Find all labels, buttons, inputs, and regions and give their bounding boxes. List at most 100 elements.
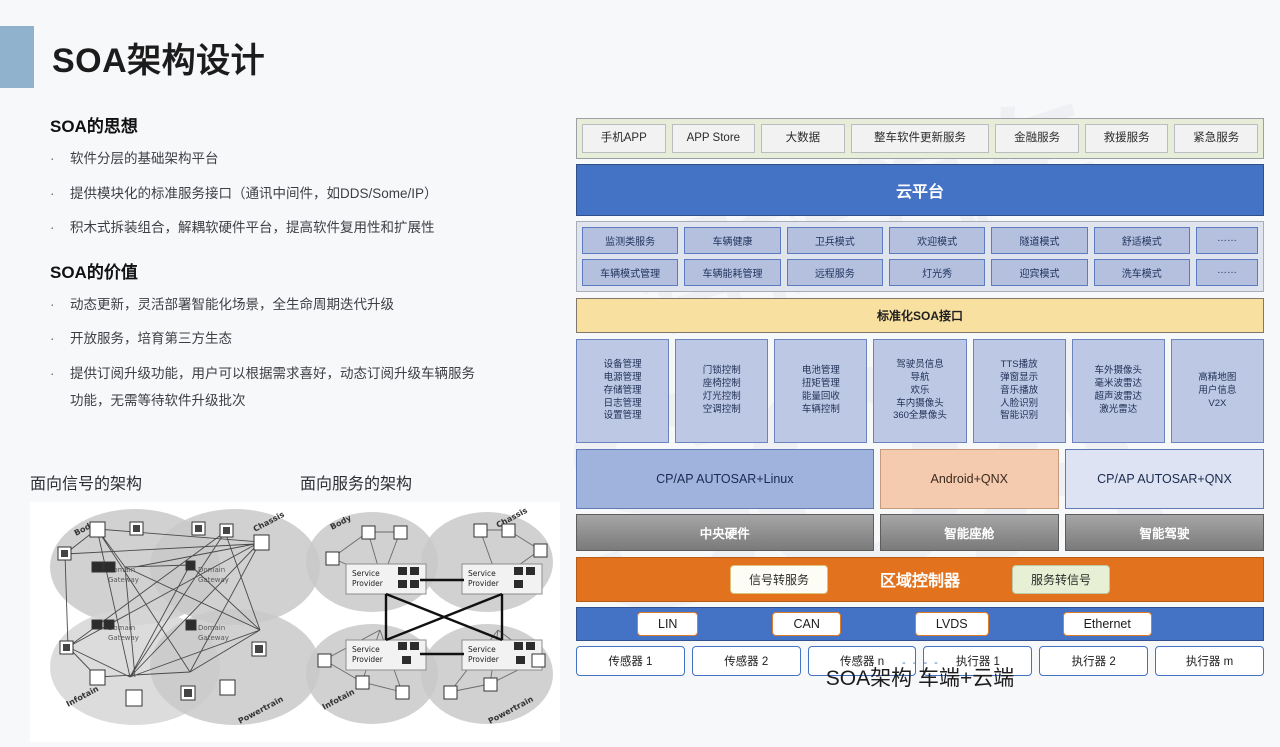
bus-pill-ethernet[interactable]: Ethernet (1062, 611, 1152, 636)
component-item: 座椅控制 (702, 378, 741, 390)
app-box[interactable]: 大数据 (761, 124, 845, 153)
architecture-diagram-image: Body Chassis Infotain Powertrain DomainG… (30, 502, 560, 742)
svg-text:Service: Service (352, 569, 380, 578)
hardware-box[interactable]: 中央硬件 (576, 513, 874, 551)
service-box-more[interactable]: …… (1195, 258, 1258, 286)
service-box[interactable]: 监测类服务 (582, 226, 679, 254)
app-box[interactable]: APP Store (671, 124, 756, 153)
component-item: 导航 (910, 371, 930, 383)
os-box[interactable]: CP/AP AUTOSAR+QNX (1064, 448, 1264, 509)
service-box[interactable]: 洗车模式 (1093, 258, 1190, 286)
component-item: V2X (1208, 397, 1227, 409)
os-hardware-group-driving: CP/AP AUTOSAR+QNX 智能驾驶 (1064, 448, 1264, 551)
service-box[interactable]: 舒适模式 (1093, 226, 1190, 254)
svg-text:Provider: Provider (352, 579, 384, 588)
service-box[interactable]: 隧道模式 (991, 226, 1088, 254)
component-column[interactable]: TTS播放 弹窗显示 音乐播放 人脸识别 智能识别 (972, 338, 1066, 443)
component-column[interactable]: 车外摄像头 毫米波雷达 超声波雷达 激光雷达 (1071, 338, 1165, 443)
hardware-box[interactable]: 智能驾驶 (1064, 513, 1264, 551)
service-row: 车辆模式管理 车辆能耗管理 远程服务 灯光秀 迎宾模式 洗车模式 …… (582, 258, 1258, 286)
component-column[interactable]: 电池管理 扭矩管理 能量回收 车辆控制 (774, 338, 868, 443)
service-box-more[interactable]: …… (1195, 226, 1258, 254)
component-item: 灯光控制 (702, 391, 741, 403)
bullet-item: · 软件分层的基础架构平台 (50, 149, 560, 169)
component-item: 超声波雷达 (1094, 391, 1143, 403)
bullet-text: 积木式拆装组合，解耦软硬件平台，提高软件复用性和扩展性 (70, 220, 435, 236)
os-box[interactable]: Android+QNX (879, 448, 1059, 509)
bullet-continuation-text: 功能，无需等待软件升级批次 (70, 393, 246, 409)
app-box[interactable]: 整车软件更新服务 (850, 124, 990, 153)
os-box[interactable]: CP/AP AUTOSAR+Linux (576, 448, 874, 509)
component-item: 智能识别 (1000, 410, 1039, 422)
component-item: 日志管理 (603, 397, 642, 409)
component-item: 高精地图 (1198, 371, 1237, 383)
component-item: 毫米波雷达 (1094, 378, 1143, 390)
bullet-text: 开放服务，培育第三方生态 (70, 331, 232, 347)
component-item: 扭矩管理 (801, 378, 840, 390)
svg-text:Service: Service (468, 645, 496, 654)
component-item: 车外摄像头 (1094, 365, 1143, 377)
service-to-signal-pill[interactable]: 服务转信号 (1012, 564, 1111, 594)
architecture-caption: SOA架构 车端+云端 (825, 667, 1015, 690)
bullet-item: · 开放服务，培育第三方生态 (50, 329, 560, 349)
bullet-item: · 提供模块化的标准服务接口（通讯中间件，如DDS/Some/IP） (50, 184, 560, 204)
component-item: 存储管理 (603, 384, 642, 396)
svg-text:Provider: Provider (468, 655, 500, 664)
os-hardware-group-central: CP/AP AUTOSAR+Linux 中央硬件 (576, 448, 874, 551)
component-item: 音乐播放 (1000, 384, 1039, 396)
service-box[interactable]: 灯光秀 (888, 258, 986, 286)
bullet-text: 提供订阅升级功能，用户可以根据需求喜好，动态订阅升级车辆服务 (70, 365, 475, 381)
component-columns: 设备管理 电源管理 存储管理 日志管理 设置管理 门锁控制 座椅控制 灯光控制 … (576, 338, 1264, 443)
bullet-item: · 动态更新，灵活部署智能化场景，全生命周期迭代升级 (50, 295, 560, 315)
service-box[interactable]: 远程服务 (786, 258, 883, 286)
section-title-soa-thinking: SOA的思想 (50, 117, 138, 136)
standard-soa-interface-bar: 标准化SOA接口 (576, 297, 1264, 333)
zone-controller-title: 区域控制器 (879, 573, 960, 591)
svg-text:Gateway: Gateway (198, 634, 229, 642)
component-column[interactable]: 高精地图 用户信息 V2X (1170, 338, 1264, 443)
bullet-item: · 积木式拆装组合，解耦软硬件平台，提高软件复用性和扩展性 (50, 218, 560, 238)
component-column[interactable]: 设备管理 电源管理 存储管理 日志管理 设置管理 (576, 338, 670, 443)
service-box[interactable]: 卫兵模式 (786, 226, 883, 254)
service-box[interactable]: 迎宾模式 (991, 258, 1088, 286)
service-box[interactable]: 车辆能耗管理 (684, 258, 781, 286)
service-box[interactable]: 欢迎模式 (888, 226, 986, 254)
bullet-marker: · (50, 151, 55, 166)
component-item: 用户信息 (1198, 384, 1237, 396)
soa-architecture-stack: 手机APP APP Store 大数据 整车软件更新服务 金融服务 救援服务 紧… (576, 118, 1264, 676)
svg-text:Gateway: Gateway (108, 634, 139, 642)
bullet-text: 软件分层的基础架构平台 (70, 151, 219, 166)
signal-to-service-pill[interactable]: 信号转服务 (729, 564, 828, 594)
zone-controller-bar: 信号转服务 区域控制器 服务转信号 (576, 556, 1264, 602)
bus-bar: LIN CAN LVDS Ethernet (576, 606, 1264, 641)
app-box[interactable]: 紧急服务 (1174, 124, 1258, 153)
component-item: 激光雷达 (1099, 404, 1138, 416)
service-box[interactable]: 车辆健康 (684, 226, 781, 254)
component-column[interactable]: 驾驶员信息 导航 欢乐 车内摄像头 360全景像头 (873, 338, 967, 443)
bullet-item: · 提供订阅升级功能，用户可以根据需求喜好，动态订阅升级车辆服务 (50, 364, 560, 384)
bus-pill-lvds[interactable]: LVDS (914, 611, 989, 636)
signal-oriented-architecture-title: 面向信号的架构 (30, 476, 143, 493)
bullet-marker: · (50, 220, 55, 236)
app-box[interactable]: 金融服务 (995, 124, 1079, 153)
component-item: 门锁控制 (702, 365, 741, 377)
svg-text:Provider: Provider (468, 579, 500, 588)
bullet-text: 动态更新，灵活部署智能化场景，全生命周期迭代升级 (70, 296, 394, 312)
bus-pill-can[interactable]: CAN (772, 611, 841, 636)
component-item: TTS播放 (1000, 358, 1038, 370)
bullet-marker: · (50, 365, 55, 381)
svg-text:Provider: Provider (352, 655, 384, 664)
bus-pill-lin[interactable]: LIN (637, 611, 699, 636)
app-box[interactable]: 救援服务 (1084, 124, 1169, 153)
component-item: 弹窗显示 (1000, 371, 1039, 383)
title-accent-bar (0, 26, 34, 88)
service-box[interactable]: 车辆模式管理 (582, 258, 679, 286)
component-item: 电源管理 (603, 371, 642, 383)
hardware-box[interactable]: 智能座舱 (879, 513, 1059, 551)
component-column[interactable]: 门锁控制 座椅控制 灯光控制 空调控制 (675, 338, 769, 443)
component-item: 驾驶员信息 (896, 358, 944, 370)
page-title: SOA架构设计 (52, 41, 266, 80)
app-box[interactable]: 手机APP (582, 124, 666, 153)
component-item: 空调控制 (702, 404, 741, 416)
svg-text:Service: Service (352, 645, 380, 654)
